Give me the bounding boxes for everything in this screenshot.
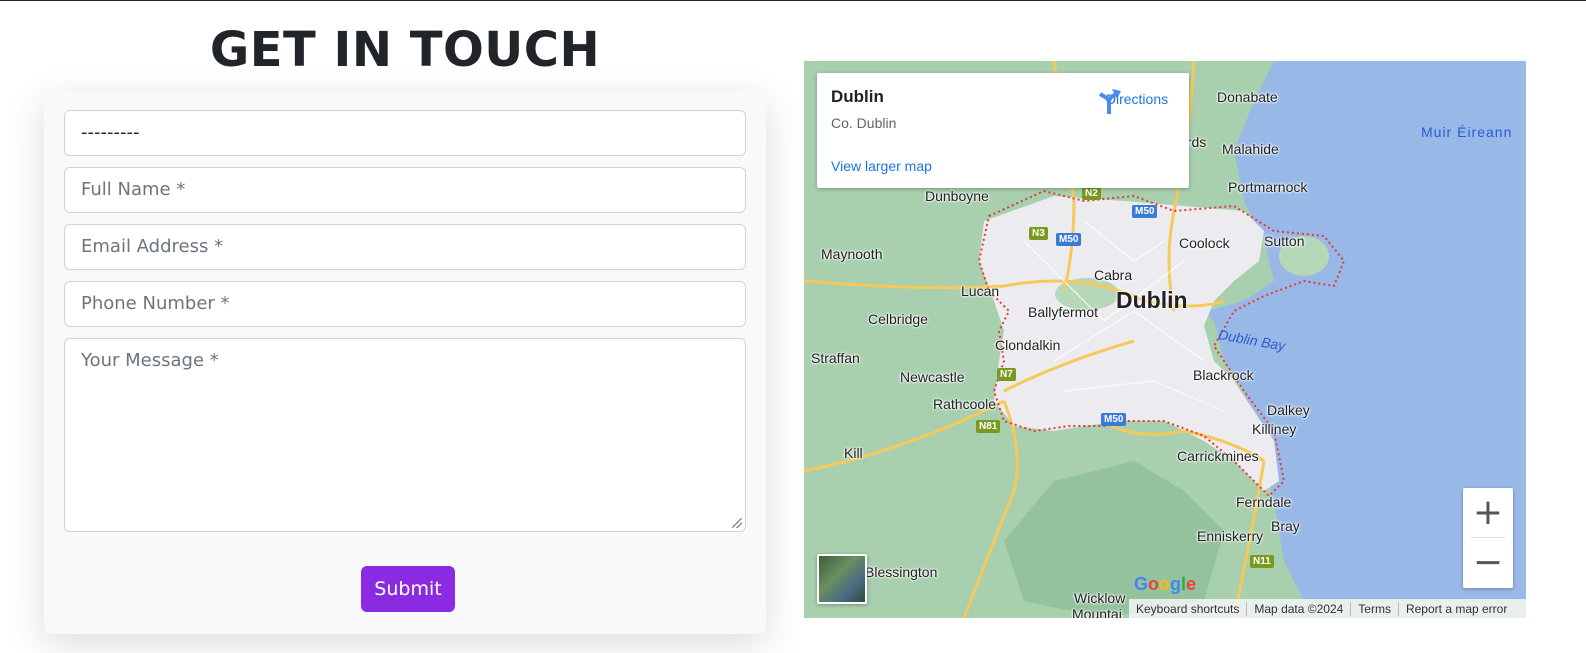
map-label-dublin: Dublin (1116, 287, 1188, 313)
map-label-enniskerry: Enniskerry (1197, 528, 1264, 544)
map-label-straffan: Straffan (811, 350, 860, 366)
map-label-rathcoole: Rathcoole (933, 396, 997, 412)
map-label-blackrock: Blackrock (1193, 367, 1254, 383)
message-textarea[interactable]: Your Message * (64, 338, 746, 532)
place-info-card: Dublin Co. Dublin View larger map Direct… (817, 73, 1189, 188)
zoom-controls: + − (1463, 488, 1513, 588)
submit-button[interactable]: Submit (361, 566, 455, 612)
map-data-label: Map data ©2024 (1247, 601, 1352, 616)
map-label-ballyfermot: Ballyfermot (1028, 304, 1099, 320)
map-label-killiney: Killiney (1252, 421, 1297, 437)
report-map-error-link[interactable]: Report a map error (1399, 602, 1514, 616)
keyboard-shortcuts-link[interactable]: Keyboard shortcuts (1129, 601, 1248, 616)
map-label-coolock: Coolock (1179, 235, 1230, 251)
map-label-dunboyne: Dunboyne (925, 188, 989, 204)
road-shield-n11: N11 (1250, 555, 1274, 568)
google-logo: Google (1134, 574, 1197, 594)
full-name-input[interactable]: Full Name * (64, 167, 746, 213)
directions-icon (1098, 89, 1121, 114)
map-label-wicklow: Wicklow (1074, 590, 1126, 606)
message-placeholder: Your Message * (81, 350, 219, 371)
map-label-ferndale: Ferndale (1236, 494, 1292, 510)
map-label-mountains: Mountai (1072, 606, 1122, 618)
road-shield-n81: N81 (976, 420, 1001, 433)
road-shield-m50: M50 (1056, 233, 1082, 246)
map-label-clondalkin: Clondalkin (995, 337, 1061, 353)
map-label-cabra: Cabra (1094, 267, 1133, 283)
phone-input[interactable]: Phone Number * (64, 281, 746, 327)
map-label-maynooth: Maynooth (821, 246, 883, 262)
road-shield-n7: N7 (997, 368, 1016, 381)
page-title: GET IN TOUCH (209, 22, 601, 78)
email-input[interactable]: Email Address * (64, 224, 746, 270)
road-shield-n3: N3 (1029, 227, 1048, 240)
zoom-out-button[interactable]: − (1463, 538, 1513, 588)
contact-form: --------- Full Name * Email Address * Ph… (44, 92, 766, 634)
map-label-donabate: Donabate (1217, 89, 1278, 105)
place-subtitle: Co. Dublin (831, 115, 897, 131)
directions-button[interactable]: Directions (1097, 87, 1177, 114)
google-map[interactable]: Dublin Donabate ords Malahide Portmarnoc… (804, 61, 1526, 618)
view-larger-map-link[interactable]: View larger map (831, 158, 932, 174)
map-label-malahide: Malahide (1222, 141, 1279, 157)
map-label-blessington: Blessington (865, 564, 938, 580)
resize-handle-icon[interactable] (732, 518, 742, 528)
place-title: Dublin (831, 87, 884, 106)
map-label-newcastle: Newcastle (900, 369, 965, 385)
road-shield-m50: M50 (1101, 413, 1127, 426)
map-label-dalkey: Dalkey (1267, 402, 1310, 418)
zoom-in-button[interactable]: + (1463, 488, 1513, 538)
map-label-bray: Bray (1271, 518, 1300, 534)
map-label-celbridge: Celbridge (868, 311, 928, 327)
satellite-layer-toggle[interactable] (817, 554, 867, 604)
top-border (0, 0, 1586, 1)
terms-link[interactable]: Terms (1351, 601, 1399, 616)
map-label-sutton: Sutton (1264, 233, 1305, 249)
map-attribution-bar: Keyboard shortcuts Map data ©2024 Terms … (1129, 599, 1526, 618)
map-label-portmarnock: Portmarnock (1228, 179, 1308, 195)
map-label-kill: Kill (844, 445, 863, 461)
map-label-carrickmines: Carrickmines (1177, 448, 1259, 464)
map-label-irish-sea: Muir Éireann (1421, 124, 1513, 140)
map-label-lucan: Lucan (961, 283, 1000, 299)
inquiry-type-select[interactable]: --------- (64, 110, 746, 156)
road-shield-n2: N2 (1082, 187, 1101, 200)
road-shield-m50: M50 (1132, 205, 1158, 218)
